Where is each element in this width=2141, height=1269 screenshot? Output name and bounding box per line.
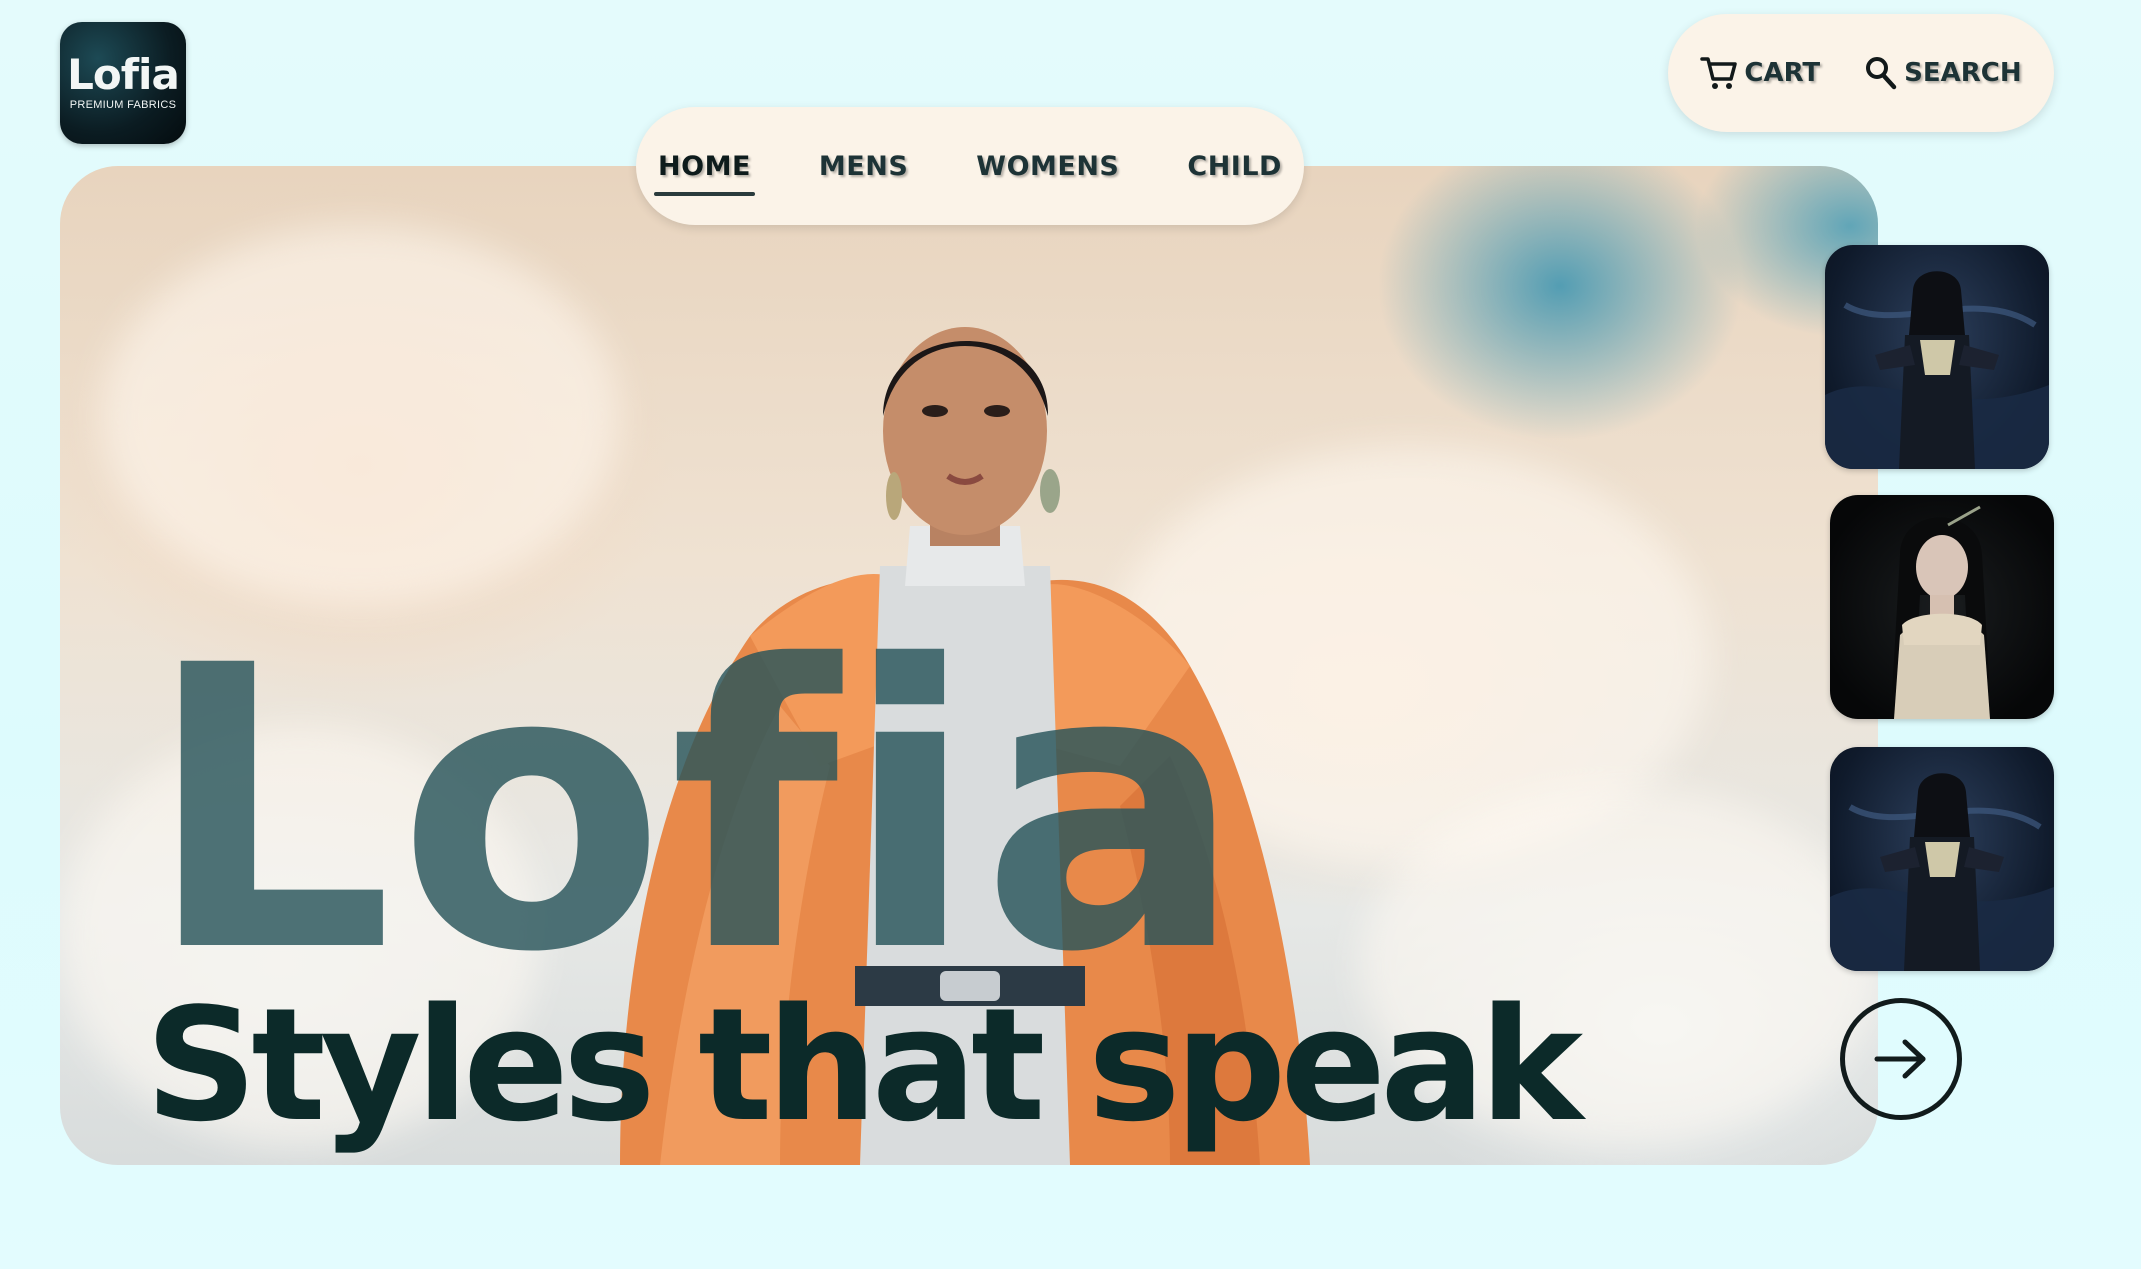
search-label: SEARCH (1904, 58, 2022, 88)
search-button[interactable]: SEARCH (1864, 55, 2022, 91)
cart-icon (1700, 57, 1738, 89)
nav-item-womens[interactable]: WOMENS (942, 151, 1153, 182)
gallery-thumbnail-1[interactable] (1825, 245, 2049, 469)
hero-banner: Lofia Styles that speak (60, 166, 1878, 1165)
arrow-right-icon (1874, 1039, 1926, 1079)
brand-logo[interactable]: Lofia PREMIUM FABRICS (60, 22, 186, 144)
thumbnail-image (1892, 505, 1990, 719)
cart-button[interactable]: CART (1700, 55, 1820, 91)
nav-item-child[interactable]: CHILD (1153, 151, 1316, 182)
hero-tagline: Styles that speak (145, 974, 1583, 1156)
search-icon (1866, 57, 1897, 90)
next-slide-button[interactable] (1840, 998, 1962, 1120)
thumbnail-image (1825, 271, 2049, 469)
thumbnail-image (1830, 773, 2054, 971)
utility-bar: CART SEARCH (1668, 14, 2054, 132)
main-nav: HOME MENS WOMENS CHILD (636, 107, 1304, 225)
hero-title: Lofia (145, 583, 1248, 1037)
gallery-thumbnail-2[interactable] (1830, 495, 2054, 719)
logo-subtitle: PREMIUM FABRICS (69, 99, 177, 111)
nav-item-mens[interactable]: MENS (785, 151, 942, 182)
logo-wordmark: Lofia (67, 50, 180, 99)
nav-item-home[interactable]: HOME (624, 151, 785, 196)
gallery-thumbnail-3[interactable] (1830, 747, 2054, 971)
cart-label: CART (1744, 58, 1821, 88)
